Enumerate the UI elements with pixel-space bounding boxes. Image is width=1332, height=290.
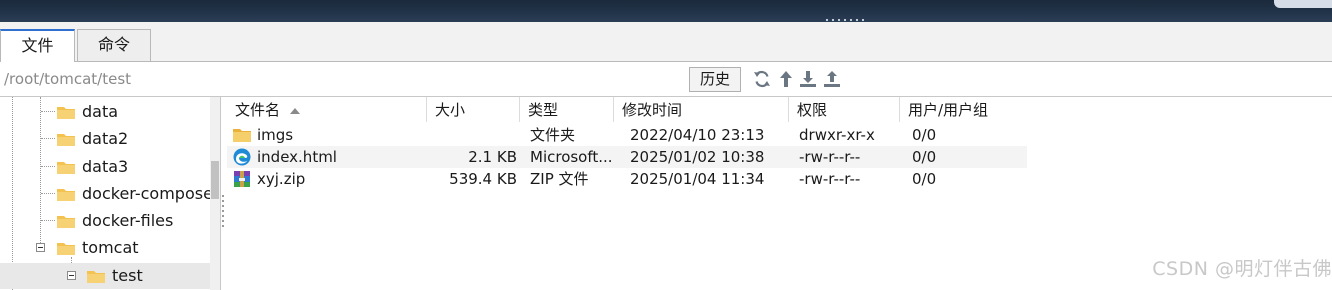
tree-item-label: docker-compose [82,184,213,203]
tree-item-label: data3 [82,157,129,176]
edge-html-icon [233,148,251,166]
directory-tree[interactable]: data data2 data3 docker-compose docker-f… [0,97,221,290]
tree-item-label: docker-files [82,211,174,230]
tree-scrollbar[interactable] [210,97,220,290]
tab-bar: 文件 命令 [0,22,1332,62]
path-input[interactable] [0,66,686,92]
file-permissions: drwxr-xr-x [799,126,875,144]
tree-item-label: data2 [82,129,129,148]
tree-item-label: test [112,266,143,285]
file-modified: 2025/01/04 11:34 [630,170,765,188]
column-header-name[interactable]: 文件名 [227,97,427,122]
window-top-strip [0,0,1332,22]
download-icon[interactable] [798,69,818,89]
file-permissions: -rw-r--r-- [799,148,861,166]
window-corner [1274,0,1332,8]
column-label: 文件名 [235,101,281,119]
file-owner: 0/0 [912,126,937,144]
tree-item-test[interactable]: test [0,263,210,289]
file-row[interactable]: index.html 2.1 KB Microsoft... 2025/01/0… [227,146,1027,168]
path-bar: 历史 [0,62,1332,96]
collapse-toggle[interactable] [36,243,45,252]
file-size: 2.1 KB [468,148,517,166]
column-header-owner[interactable]: 用户/用户组 [900,97,1027,122]
file-name: imgs [257,126,294,144]
history-button[interactable]: 历史 [689,67,741,92]
folder-icon [57,134,75,146]
file-owner: 0/0 [912,148,937,166]
file-type: ZIP 文件 [530,170,589,188]
tree-item-label: tomcat [82,238,139,257]
collapse-toggle[interactable] [67,271,76,280]
refresh-icon[interactable] [752,69,772,89]
scrollbar-thumb[interactable] [211,161,219,199]
column-header-size[interactable]: 大小 [427,97,520,122]
file-list-header: 文件名 大小 类型 修改时间 权限 用户/用户组 [227,97,1027,122]
folder-icon [57,107,75,119]
tree-item-docker-compose[interactable]: docker-compose [0,181,213,207]
file-name: index.html [257,148,337,166]
folder-icon [57,216,75,228]
file-name: xyj.zip [257,170,306,188]
tree-item-docker-files[interactable]: docker-files [0,208,210,234]
file-row[interactable]: xyj.zip 539.4 KB ZIP 文件 2025/01/04 11:34… [227,168,1027,190]
up-arrow-icon[interactable] [776,69,796,89]
file-type: Microsoft... [530,148,613,166]
folder-icon [57,162,75,174]
file-modified: 2022/04/10 23:13 [630,126,765,144]
watermark: CSDN @明灯伴古佛 [1152,258,1332,280]
tree-item-tomcat[interactable]: tomcat [0,235,210,261]
file-type: 文件夹 [530,126,576,144]
folder-open-icon [87,271,105,283]
tree-item-label: data [82,102,119,121]
zip-archive-icon [234,171,250,187]
file-owner: 0/0 [912,170,937,188]
column-header-type[interactable]: 类型 [520,97,614,122]
column-header-permissions[interactable]: 权限 [789,97,900,122]
tree-item-data[interactable]: data [0,99,210,125]
sort-ascending-icon [290,107,301,114]
tree-item-data2[interactable]: data2 [0,126,210,152]
upload-icon[interactable] [822,69,842,89]
tree-item-data3[interactable]: data3 [0,154,210,180]
column-header-modified[interactable]: 修改时间 [614,97,789,122]
file-permissions: -rw-r--r-- [799,170,861,188]
folder-icon [57,189,75,201]
folder-icon [233,129,251,142]
file-modified: 2025/01/02 10:38 [630,148,765,166]
pane-splitter[interactable] [221,97,226,290]
file-row[interactable]: imgs 文件夹 2022/04/10 23:13 drwxr-xr-x 0/0 [227,124,1027,146]
tab-commands[interactable]: 命令 [77,29,151,61]
folder-open-icon [57,243,75,255]
file-size: 539.4 KB [449,170,517,188]
file-size [427,124,517,146]
tab-files[interactable]: 文件 [0,29,75,62]
